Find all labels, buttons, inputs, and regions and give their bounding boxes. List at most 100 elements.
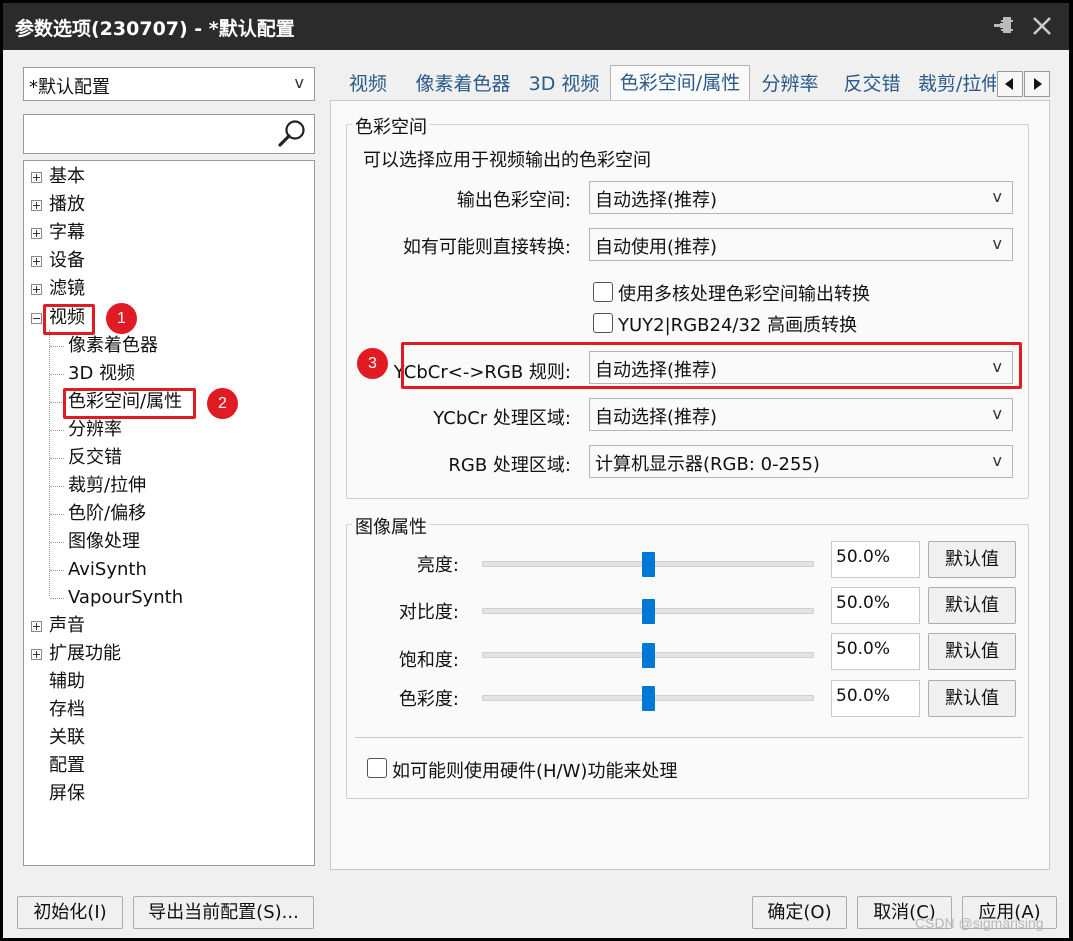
select-value: 自动选择(推荐) — [595, 407, 718, 428]
output-colorspace-select[interactable]: 自动选择(推荐) v — [589, 181, 1013, 214]
annotation-badge-2: 2 — [207, 388, 238, 419]
expand-icon[interactable] — [31, 284, 42, 295]
tree-item-levels-offset[interactable]: 色阶/偏移 — [68, 501, 146, 527]
tree-guide-line — [50, 514, 64, 515]
tree-item-assist[interactable]: 辅助 — [49, 669, 85, 695]
saturation-label: 饱和度: — [398, 650, 459, 671]
saturation-slider-thumb[interactable] — [642, 643, 655, 668]
value-text: 50.0% — [836, 686, 891, 706]
settings-tree: 基本 播放 字幕 设备 滤镜 视频 像素着色器 3D 视频 色彩空间/属性 分辨… — [23, 160, 315, 866]
divider — [355, 737, 1023, 738]
expand-icon[interactable] — [31, 200, 42, 211]
multicore-label: 使用多核处理色彩空间输出转换 — [618, 284, 870, 305]
brightness-slider-thumb[interactable] — [642, 552, 655, 577]
tab-page-colorspace: 色彩空间 可以选择应用于视频输出的色彩空间 输出色彩空间: 自动选择(推荐) v… — [330, 100, 1050, 870]
annotation-badge-3: 3 — [357, 348, 388, 379]
hardware-processing-checkbox[interactable] — [367, 758, 387, 778]
expand-icon[interactable] — [31, 649, 42, 660]
hue-slider-thumb[interactable] — [642, 686, 655, 711]
hue-label: 色彩度: — [398, 689, 459, 710]
pin-icon[interactable] — [989, 11, 1019, 41]
chevron-down-icon: v — [294, 73, 304, 92]
tree-item-label: VapourSynth — [68, 587, 184, 608]
contrast-slider-thumb[interactable] — [642, 599, 655, 624]
select-value: 自动使用(推荐) — [595, 237, 718, 258]
expand-icon[interactable] — [31, 228, 42, 239]
colorspace-group-title: 色彩空间 — [352, 113, 430, 139]
tree-item-screensaver[interactable]: 屏保 — [49, 781, 85, 807]
tree-item-label: 字幕 — [49, 222, 85, 243]
brightness-reset-button[interactable]: 默认值 — [928, 541, 1016, 578]
ok-button[interactable]: 确定(O) — [752, 896, 847, 929]
tree-guide-line — [50, 486, 64, 487]
contrast-reset-button[interactable]: 默认值 — [928, 587, 1016, 624]
tree-item-label: 屏保 — [49, 783, 85, 804]
tree-item-vapoursynth[interactable]: VapourSynth — [68, 585, 183, 611]
contrast-value[interactable]: 50.0% — [831, 587, 920, 624]
contrast-label: 对比度: — [398, 602, 459, 623]
expand-icon[interactable] — [31, 172, 42, 183]
window-title: 参数选项(230707) - *默认配置 — [15, 18, 295, 40]
tree-item-deinterlace[interactable]: 反交错 — [68, 445, 122, 471]
select-value: 计算机显示器(RGB: 0-255) — [595, 454, 820, 475]
search-icon[interactable] — [276, 118, 308, 150]
multicore-checkbox[interactable] — [593, 282, 613, 302]
tree-item-3d-video[interactable]: 3D 视频 — [68, 361, 135, 387]
tree-item-crop-stretch[interactable]: 裁剪/拉伸 — [68, 473, 146, 499]
colorspace-description: 可以选择应用于视频输出的色彩空间 — [363, 150, 651, 171]
hq-conversion-checkbox[interactable] — [593, 313, 613, 333]
rgb-range-select[interactable]: 计算机显示器(RGB: 0-255) v — [589, 445, 1013, 478]
tree-item-pixel-shader[interactable]: 像素着色器 — [68, 333, 158, 359]
chevron-down-icon: v — [992, 234, 1002, 253]
tree-item-avisynth[interactable]: AviSynth — [68, 557, 147, 583]
expand-icon[interactable] — [31, 256, 42, 267]
tree-item-label: 裁剪/拉伸 — [68, 475, 147, 496]
tree-guide-line — [50, 430, 64, 431]
tab-scroll-right-icon[interactable] — [1024, 71, 1050, 97]
highlight-box-ycbcr-rule — [401, 342, 1022, 389]
tree-item-config[interactable]: 配置 — [49, 753, 85, 779]
hue-value[interactable]: 50.0% — [831, 680, 920, 717]
ycbcr-range-select[interactable]: 自动选择(推荐) v — [589, 398, 1013, 431]
search-input[interactable] — [23, 114, 315, 154]
tree-item-archive[interactable]: 存档 — [49, 697, 85, 723]
tab-resolution[interactable]: 分辨率 — [754, 67, 826, 101]
tree-guide-line — [50, 402, 64, 403]
tree-item-label: 设备 — [49, 250, 85, 271]
saturation-value[interactable]: 50.0% — [831, 633, 920, 670]
ycbcr-range-label: YCbCr 处理区域: — [433, 408, 571, 429]
tab-crop-stretch[interactable]: 裁剪/拉伸 — [918, 67, 996, 101]
tab-pixel-shader[interactable]: 像素着色器 — [408, 67, 518, 101]
profile-select[interactable]: *默认配置 v — [23, 67, 315, 101]
expand-icon[interactable] — [31, 621, 42, 632]
hue-reset-button[interactable]: 默认值 — [928, 680, 1016, 717]
tab-strip: 视频 像素着色器 3D 视频 色彩空间/属性 分辨率 反交错 裁剪/拉伸 — [330, 65, 1050, 102]
hardware-processing-label: 如可能则使用硬件(H/W)功能来处理 — [392, 761, 678, 782]
tab-deinterlace[interactable]: 反交错 — [830, 67, 914, 101]
close-icon[interactable] — [1027, 11, 1057, 41]
rgb-range-label: RGB 处理区域: — [448, 455, 571, 476]
brightness-value[interactable]: 50.0% — [831, 541, 920, 578]
hq-conversion-label: YUY2|RGB24/32 高画质转换 — [618, 315, 858, 336]
saturation-reset-button[interactable]: 默认值 — [928, 633, 1016, 670]
initialize-button[interactable]: 初始化(I) — [17, 896, 123, 929]
tree-item-resolution[interactable]: 分辨率 — [68, 417, 122, 443]
tree-item-label: AviSynth — [68, 559, 147, 580]
tree-item-label: 播放 — [49, 194, 85, 215]
tab-video[interactable]: 视频 — [332, 67, 404, 101]
watermark: CSDN @sigmarising — [915, 915, 1044, 931]
tree-item-image-processing[interactable]: 图像处理 — [68, 529, 140, 555]
tree-item-association[interactable]: 关联 — [49, 725, 85, 751]
collapse-icon[interactable] — [31, 313, 42, 324]
tree-item-label: 色阶/偏移 — [68, 503, 147, 524]
tab-3d-video[interactable]: 3D 视频 — [522, 67, 606, 101]
value-text: 50.0% — [836, 547, 891, 567]
tab-colorspace[interactable]: 色彩空间/属性 — [610, 65, 750, 102]
tab-scroll-left-icon[interactable] — [997, 71, 1023, 97]
preferences-window: 参数选项(230707) - *默认配置 *默认配置 v 基本 播放 字幕 设备… — [3, 3, 1069, 938]
direct-convert-select[interactable]: 自动使用(推荐) v — [589, 228, 1013, 261]
tree-guide-line — [50, 458, 64, 459]
tree-guide-line — [49, 330, 50, 596]
tree-item-label: 关联 — [49, 727, 85, 748]
export-config-button[interactable]: 导出当前配置(S)... — [133, 896, 314, 929]
